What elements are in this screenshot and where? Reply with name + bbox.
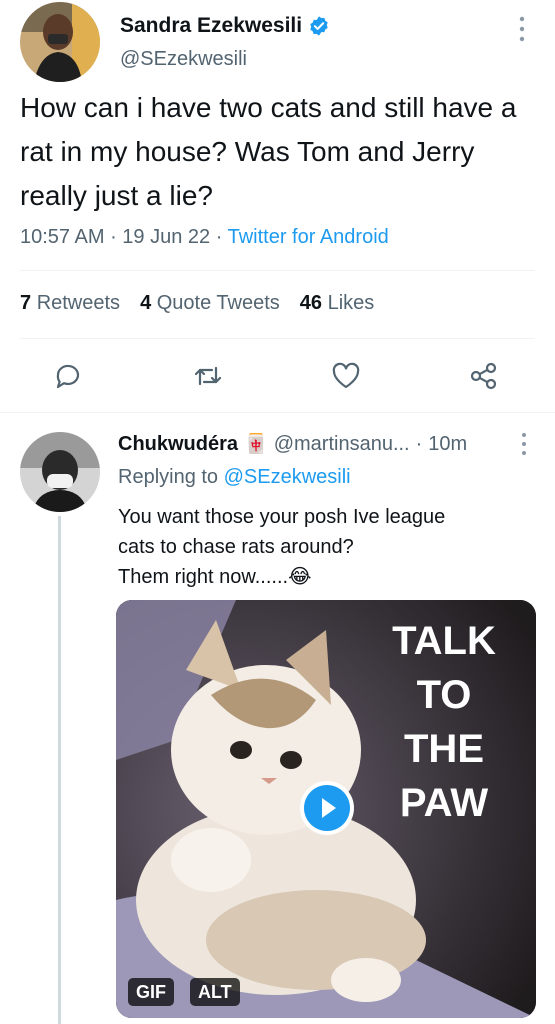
divider bbox=[20, 338, 535, 339]
reply-author-handle[interactable]: @martinsanu... bbox=[274, 433, 410, 456]
gif-media[interactable]: TALK TO THE PAW GIF ALT bbox=[116, 600, 536, 1018]
gif-overlay-text: TALK TO THE PAW bbox=[392, 619, 496, 825]
retweets-stat[interactable]: 7 Retweets bbox=[20, 292, 120, 315]
meta-separator: · bbox=[215, 226, 228, 248]
replying-to-handle[interactable]: @SEzekwesili bbox=[224, 466, 351, 488]
reply-text-line: cats to chase rats around? bbox=[118, 536, 354, 558]
quote-tweets-stat[interactable]: 4 Quote Tweets bbox=[140, 292, 280, 315]
tweet-text: How can i have two cats and still have a… bbox=[20, 92, 517, 211]
tweet-date[interactable]: 19 Jun 22 bbox=[122, 226, 210, 248]
divider bbox=[0, 412, 555, 413]
play-icon[interactable] bbox=[299, 780, 355, 836]
gif-badge: GIF bbox=[128, 978, 174, 1006]
author-handle[interactable]: @SEzekwesili bbox=[120, 48, 247, 71]
meta-separator: · bbox=[415, 432, 423, 455]
replying-to-label: Replying to bbox=[118, 466, 219, 488]
tweet-source[interactable]: Twitter for Android bbox=[228, 226, 389, 248]
meta-separator: · bbox=[110, 226, 123, 248]
tweet-meta: 10:57 AM · 19 Jun 22 · Twitter for Andro… bbox=[20, 226, 389, 249]
reply-header: Chukwudéra 🀄 @martinsanu... · 10m bbox=[118, 432, 467, 456]
more-options-icon[interactable] bbox=[516, 430, 532, 458]
replying-to: Replying to @SEzekwesili bbox=[118, 466, 351, 489]
reply-time[interactable]: 10m bbox=[428, 433, 467, 456]
retweet-icon[interactable] bbox=[192, 360, 224, 392]
reply-icon[interactable] bbox=[52, 360, 84, 392]
divider bbox=[20, 270, 535, 271]
tweet-stats: 7 Retweets 4 Quote Tweets 46 Likes bbox=[20, 292, 374, 315]
share-icon[interactable] bbox=[468, 360, 500, 392]
reply-text-line: You want those your posh Ive league bbox=[118, 506, 446, 528]
reply-text-line: Them right now......😂 bbox=[118, 566, 312, 588]
reply-author-name[interactable]: Chukwudéra bbox=[118, 433, 238, 456]
verified-icon bbox=[310, 16, 328, 36]
more-options-icon[interactable] bbox=[514, 12, 530, 46]
author-name[interactable]: Sandra Ezekwesili bbox=[120, 14, 302, 38]
like-icon[interactable] bbox=[330, 360, 362, 392]
alt-badge[interactable]: ALT bbox=[190, 978, 240, 1006]
author-avatar[interactable] bbox=[20, 2, 100, 82]
tweet-time[interactable]: 10:57 AM bbox=[20, 226, 105, 248]
author-name-row[interactable]: Sandra Ezekwesili bbox=[120, 14, 330, 38]
likes-stat[interactable]: 46 Likes bbox=[300, 292, 375, 315]
thread-line bbox=[58, 516, 61, 1024]
mahjong-emoji: 🀄 bbox=[244, 434, 268, 455]
reply-text: You want those your posh Ive league cats… bbox=[118, 502, 538, 592]
reply-author-avatar[interactable] bbox=[20, 432, 100, 512]
